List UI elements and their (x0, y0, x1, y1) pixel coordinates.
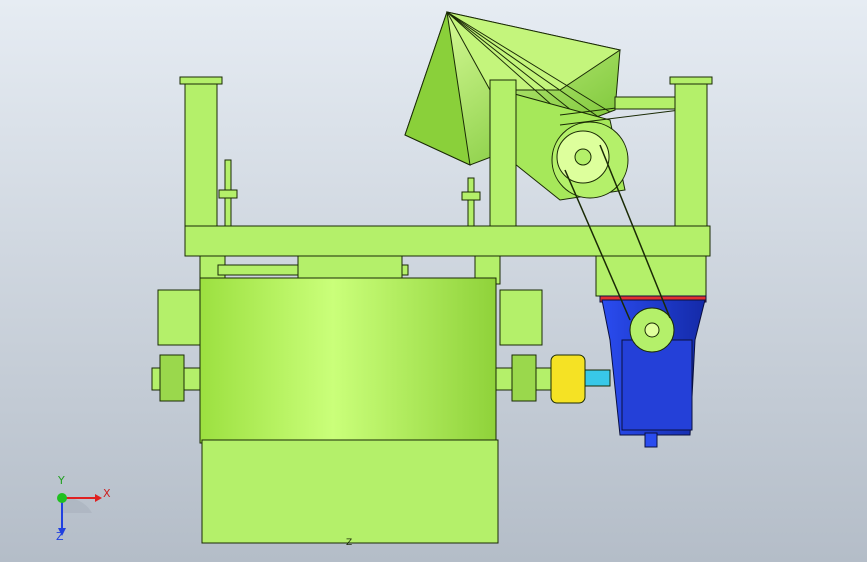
coupling[interactable] (550, 354, 586, 404)
conveyor-drum[interactable] (199, 277, 499, 544)
orientation-triad[interactable]: X Y Z (40, 474, 120, 548)
part-mark: Z (346, 538, 352, 548)
cad-viewport[interactable]: Z (0, 0, 867, 562)
top-crossbeam[interactable] (184, 225, 711, 257)
y-axis-label: Y (58, 474, 65, 487)
x-axis-label: X (103, 487, 111, 500)
y-axis-dot-icon (57, 493, 67, 503)
z-axis-label: Z (56, 530, 64, 543)
